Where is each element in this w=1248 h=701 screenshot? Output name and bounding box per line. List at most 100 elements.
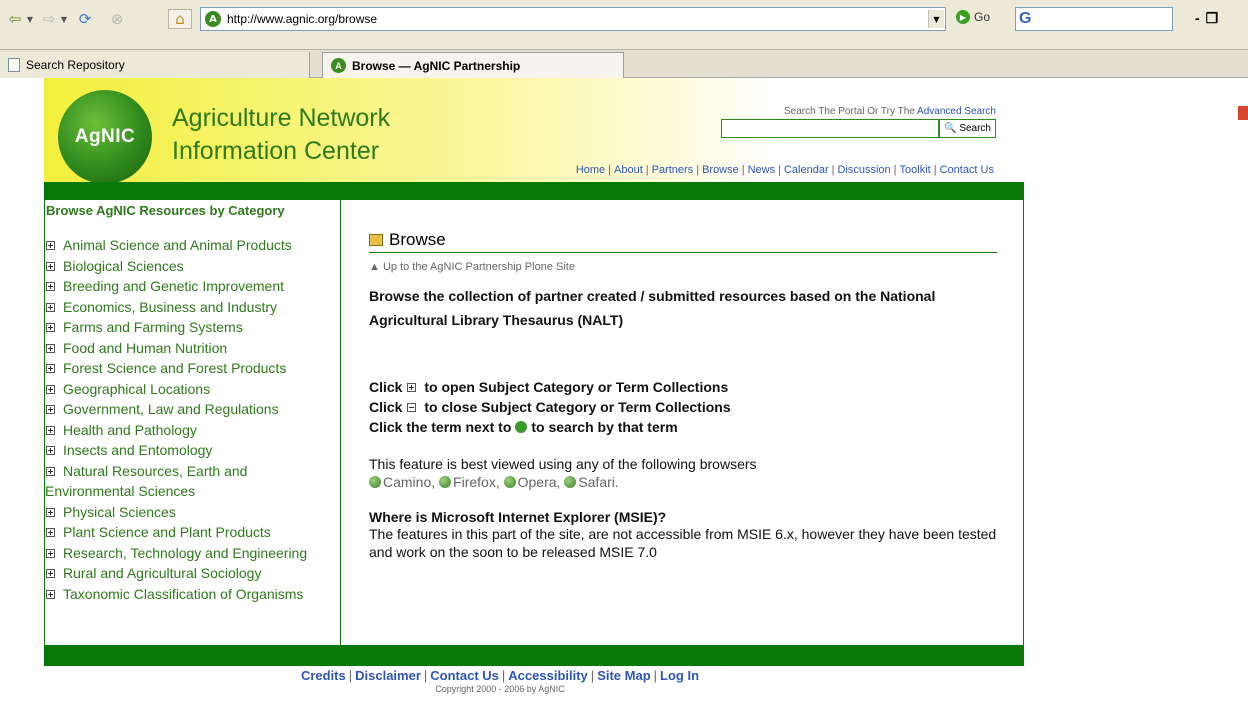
expand-icon[interactable] <box>46 569 55 578</box>
nav-news[interactable]: News <box>748 164 776 176</box>
expand-icon[interactable] <box>46 466 55 476</box>
browser-safari[interactable]: Safari. <box>578 474 618 490</box>
category-label[interactable]: Food and Human Nutrition <box>63 340 227 356</box>
forward-dropdown-icon[interactable]: ▼ <box>60 9 68 29</box>
category-label[interactable]: Breeding and Genetic Improvement <box>63 278 284 294</box>
expand-icon[interactable] <box>46 302 55 312</box>
search-hint: Search The Portal Or Try The Advanced Se… <box>661 106 996 117</box>
window-controls[interactable]: -❐ <box>1195 10 1224 27</box>
footer-credits[interactable]: Credits <box>301 668 346 683</box>
category-label[interactable]: Research, Technology and Engineering <box>63 545 307 561</box>
expand-icon[interactable] <box>46 446 55 455</box>
category-label[interactable]: Physical Sciences <box>63 504 176 520</box>
category-item[interactable]: Insects and Entomology <box>45 440 340 461</box>
nav-contact-us[interactable]: Contact Us <box>940 164 994 176</box>
expand-icon[interactable] <box>46 384 55 394</box>
category-label[interactable]: Natural Resources, Earth and Environment… <box>45 463 247 500</box>
category-item[interactable]: Breeding and Genetic Improvement <box>45 276 340 297</box>
nav-about[interactable]: About <box>614 164 643 176</box>
expand-icon[interactable] <box>46 507 55 517</box>
google-search-field[interactable]: G <box>1015 7 1173 31</box>
category-label[interactable]: Taxonomic Classification of Organisms <box>63 586 303 602</box>
category-item[interactable]: Health and Pathology <box>45 420 340 441</box>
category-label[interactable]: Rural and Agricultural Sociology <box>63 565 261 581</box>
category-item[interactable]: Food and Human Nutrition <box>45 338 340 359</box>
nav-discussion[interactable]: Discussion <box>837 164 890 176</box>
category-item[interactable]: Geographical Locations <box>45 379 340 400</box>
expand-icon[interactable] <box>46 323 55 332</box>
category-item[interactable]: Research, Technology and Engineering <box>45 543 340 564</box>
category-label[interactable]: Farms and Farming Systems <box>63 319 243 335</box>
up-link-text[interactable]: Up to the AgNIC Partnership Plone Site <box>383 261 575 273</box>
home-icon[interactable]: ⌂ <box>168 9 192 29</box>
category-label[interactable]: Biological Sciences <box>63 258 184 274</box>
advanced-search-link[interactable]: Advanced Search <box>917 106 996 117</box>
footer-site-map[interactable]: Site Map <box>597 668 650 683</box>
search-input[interactable] <box>721 119 940 138</box>
nav-partners[interactable]: Partners <box>652 164 694 176</box>
expand-icon[interactable] <box>46 528 55 537</box>
category-label[interactable]: Economics, Business and Industry <box>63 299 277 315</box>
go-button[interactable]: ▶ Go <box>956 10 990 24</box>
category-item[interactable]: Plant Science and Plant Products <box>45 522 340 543</box>
go-label: Go <box>974 10 991 24</box>
category-item[interactable]: Forest Science and Forest Products <box>45 358 340 379</box>
forward-arrow-icon[interactable]: ⇨ <box>38 9 60 29</box>
category-label[interactable]: Forest Science and Forest Products <box>63 360 286 376</box>
expand-icon[interactable] <box>46 425 55 435</box>
nav-home[interactable]: Home <box>576 164 605 176</box>
category-label[interactable]: Plant Science and Plant Products <box>63 524 271 540</box>
footer-disclaimer[interactable]: Disclaimer <box>355 668 421 683</box>
expand-icon[interactable] <box>46 364 55 373</box>
category-item[interactable]: Biological Sciences <box>45 256 340 277</box>
category-item[interactable]: Farms and Farming Systems <box>45 317 340 338</box>
footer-accessibility[interactable]: Accessibility <box>508 668 588 683</box>
expand-icon[interactable] <box>46 405 55 414</box>
term-instruction-b: to search by that term <box>531 419 678 435</box>
site-footer: Credits | Disclaimer | Contact Us | Accessibil… <box>0 668 1000 694</box>
category-item[interactable]: Rural and Agricultural Sociology <box>45 563 340 584</box>
tab-browse-agnic[interactable]: A Browse — AgNIC Partnership <box>322 52 624 78</box>
close-tab-icon[interactable] <box>1238 106 1248 120</box>
address-dropdown-icon[interactable]: ▼ <box>928 10 944 28</box>
category-item[interactable]: Government, Law and Regulations <box>45 399 340 420</box>
agnic-logo[interactable]: AgNIC <box>58 90 152 184</box>
up-link[interactable]: ▲ Up to the AgNIC Partnership Plone Site <box>369 261 997 273</box>
category-label[interactable]: Animal Science and Animal Products <box>63 237 292 253</box>
expand-icon[interactable] <box>46 282 55 291</box>
category-item[interactable]: Animal Science and Animal Products <box>45 235 340 256</box>
expand-icon[interactable] <box>46 241 55 250</box>
expand-icon[interactable] <box>46 261 55 271</box>
category-label[interactable]: Insects and Entomology <box>63 442 212 458</box>
expand-icon[interactable] <box>46 589 55 599</box>
nav-calendar[interactable]: Calendar <box>784 164 829 176</box>
url-text[interactable]: http://www.agnic.org/browse <box>227 12 928 26</box>
category-item[interactable]: Economics, Business and Industry <box>45 297 340 318</box>
go-arrow-icon: ▶ <box>956 10 970 24</box>
safari-icon <box>564 476 577 488</box>
category-label[interactable]: Government, Law and Regulations <box>63 401 279 417</box>
back-dropdown-icon[interactable]: ▼ <box>26 9 34 29</box>
address-bar[interactable]: A http://www.agnic.org/browse ▼ <box>200 7 946 31</box>
category-item[interactable]: Physical Sciences <box>45 502 340 523</box>
nav-toolkit[interactable]: Toolkit <box>900 164 931 176</box>
term-instruction-a: Click the term next to <box>369 419 512 435</box>
browser-firefox[interactable]: Firefox, <box>453 474 500 490</box>
browser-opera[interactable]: Opera, <box>518 474 561 490</box>
browser-camino[interactable]: Camino, <box>383 474 435 490</box>
category-label[interactable]: Health and Pathology <box>63 422 197 438</box>
expand-icon[interactable] <box>46 343 55 353</box>
reload-icon[interactable]: ⟳ <box>74 9 96 29</box>
category-item[interactable]: Taxonomic Classification of Organisms <box>45 584 340 605</box>
footer-contact-us[interactable]: Contact Us <box>430 668 499 683</box>
stop-icon[interactable]: ⊗ <box>106 9 128 29</box>
search-button[interactable]: 🔍 Search <box>939 119 996 138</box>
expand-icon[interactable] <box>46 548 55 558</box>
sidebar-title: Browse AgNIC Resources by Category <box>46 203 285 218</box>
nav-browse[interactable]: Browse <box>702 164 739 176</box>
category-label[interactable]: Geographical Locations <box>63 381 210 397</box>
back-arrow-icon[interactable]: ⇦ <box>4 9 26 29</box>
tab-search-repository[interactable]: Search Repository <box>0 52 310 78</box>
footer-log-in[interactable]: Log In <box>660 668 699 683</box>
category-item[interactable]: Natural Resources, Earth and Environment… <box>45 461 340 502</box>
